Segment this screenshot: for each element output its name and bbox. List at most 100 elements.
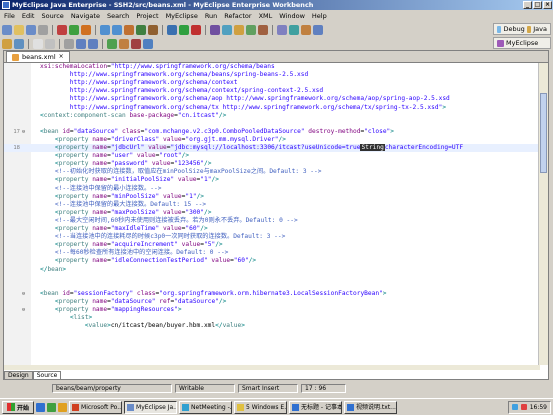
- code-line[interactable]: ⊖ <bean id="sessionFactory" class="org.sp…: [4, 290, 540, 298]
- taskbar-task[interactable]: NetMeeting -...: [179, 400, 233, 414]
- perspective-icon[interactable]: [277, 24, 287, 35]
- menu-help[interactable]: Help: [312, 11, 327, 21]
- taskbar-task[interactable]: 视频说明.txt...: [344, 400, 398, 414]
- new-service-icon[interactable]: [124, 24, 134, 35]
- code-area[interactable]: xsi:schemaLocation="http://www.springfra…: [4, 63, 540, 365]
- code-line[interactable]: http://www.springframework.org/schema/co…: [4, 87, 540, 95]
- menu-project[interactable]: Project: [136, 11, 158, 21]
- external-tools-icon[interactable]: [81, 24, 91, 35]
- hierarchy-icon[interactable]: [246, 24, 256, 35]
- menu-xml[interactable]: XML: [259, 11, 273, 21]
- taskbar-task[interactable]: MyEclipse Ja...: [124, 400, 178, 414]
- server-stop-icon[interactable]: [191, 24, 201, 35]
- menu-edit[interactable]: Edit: [22, 11, 35, 21]
- history-icon[interactable]: [64, 38, 74, 49]
- browser-icon[interactable]: [258, 24, 268, 35]
- code-line[interactable]: [4, 120, 540, 128]
- new-web-icon[interactable]: [100, 24, 110, 35]
- menu-file[interactable]: File: [4, 11, 15, 21]
- code-line[interactable]: <list>: [4, 314, 540, 322]
- print-icon[interactable]: [26, 24, 36, 35]
- menu-search[interactable]: Search: [107, 11, 129, 21]
- taskbar-task[interactable]: 无标题 - 记事本: [289, 400, 343, 414]
- debug-perspective-label[interactable]: Debug: [503, 25, 524, 33]
- code-line[interactable]: <!--最大空闲时间,60秒内未使用则连接被丢弃。若为0则永不丢弃。Defaul…: [4, 217, 540, 225]
- code-line[interactable]: 17 ⊖ <bean id="dataSource" class="com.mcha…: [4, 128, 540, 136]
- forward-icon[interactable]: [88, 38, 98, 49]
- tab-design[interactable]: Design: [4, 371, 33, 380]
- search-icon[interactable]: [222, 24, 232, 35]
- deploy-icon[interactable]: [167, 24, 177, 35]
- quicklaunch-media-icon[interactable]: [58, 402, 68, 412]
- code-line[interactable]: <property name="dataSource" ref="dataSou…: [4, 298, 540, 306]
- code-line[interactable]: <value>cn/itcast/bean/buyer.hbm.xml</val…: [4, 322, 540, 330]
- code-line[interactable]: <!--当连接池中的连接耗尽的时候c3p0一次同时获取的连接数。Default:…: [4, 233, 540, 241]
- back-icon[interactable]: [76, 38, 86, 49]
- code-line[interactable]: <property name="driverClass" value="org.…: [4, 136, 540, 144]
- fold-toggle-icon[interactable]: ⊖: [22, 306, 28, 314]
- new-package-icon[interactable]: [136, 24, 146, 35]
- antivirus-icon[interactable]: [520, 404, 527, 410]
- myeclipse-perspective[interactable]: MyEclipse: [493, 37, 551, 49]
- sync-icon[interactable]: [289, 24, 299, 35]
- fold-toggle-icon[interactable]: ⊖: [22, 290, 28, 298]
- code-line[interactable]: <property name="minPoolSize" value="1"/>: [4, 193, 540, 201]
- save-icon[interactable]: [14, 24, 24, 35]
- scrollbar-thumb[interactable]: [540, 93, 547, 173]
- task-icon[interactable]: [234, 24, 244, 35]
- menu-myeclipse[interactable]: MyEclipse: [166, 11, 198, 21]
- code-line[interactable]: <!--连接池中保留的最大连接数。Default: 15 -->: [4, 201, 540, 209]
- code-line[interactable]: <property name="user" value="root"/>: [4, 152, 540, 160]
- new-icon[interactable]: [2, 24, 12, 35]
- code-line[interactable]: <property name="initialPoolSize" value="…: [4, 176, 540, 184]
- myeclipse-perspective-label[interactable]: MyEclipse: [506, 39, 538, 47]
- run-icon[interactable]: [69, 24, 79, 35]
- java-perspective-label[interactable]: Java: [533, 25, 547, 33]
- refresh-icon[interactable]: [107, 38, 117, 49]
- format-icon[interactable]: [119, 38, 129, 49]
- code-line[interactable]: http://www.springframework.org/schema/ao…: [4, 95, 540, 103]
- menu-window[interactable]: Window: [279, 11, 305, 21]
- tab-source[interactable]: Source: [32, 371, 62, 380]
- error-icon[interactable]: [131, 38, 141, 49]
- code-line[interactable]: <property name="maxIdleTime" value="60"/…: [4, 225, 540, 233]
- new-ejb-icon[interactable]: [112, 24, 122, 35]
- annotation-icon[interactable]: [2, 38, 12, 49]
- code-line[interactable]: <property name="maxPoolSize" value="300"…: [4, 209, 540, 217]
- code-line[interactable]: xsi:schemaLocation="http://www.springfra…: [4, 63, 540, 71]
- close-button[interactable]: ×: [543, 1, 552, 9]
- quicklaunch-ie-icon[interactable]: [36, 402, 46, 412]
- code-line[interactable]: <!--初始化时获取的连接数，取值应在minPoolSize与maxPoolSi…: [4, 168, 540, 176]
- fold-toggle-icon[interactable]: ⊖: [22, 128, 28, 136]
- code-line[interactable]: <!--连接池中保留的最小连接数。-->: [4, 185, 540, 193]
- network-icon[interactable]: [511, 404, 518, 410]
- taskbar-task[interactable]: Microsoft Po...: [69, 400, 123, 414]
- open-type-icon[interactable]: [210, 24, 220, 35]
- code-line[interactable]: [4, 282, 540, 290]
- code-line[interactable]: http://www.springframework.org/schema/co…: [4, 79, 540, 87]
- taskbar-task[interactable]: 5 Windows E...: [234, 400, 288, 414]
- code-line[interactable]: 18 <property name="jdbcUrl" value="jdbc:…: [4, 144, 540, 153]
- menu-navigate[interactable]: Navigate: [71, 11, 100, 21]
- menu-refactor[interactable]: Refactor: [224, 11, 251, 21]
- code-line[interactable]: <!--每60秒检查所有连接池中的空闲连接。Default: 0 -->: [4, 249, 540, 257]
- start-button[interactable]: 开始: [2, 400, 35, 414]
- code-line[interactable]: </bean>: [4, 266, 540, 274]
- code-line[interactable]: [4, 274, 540, 282]
- next-annotation-icon[interactable]: [14, 38, 24, 49]
- menu-source[interactable]: Source: [41, 11, 63, 21]
- open-icon[interactable]: [38, 24, 48, 35]
- horizontal-scrollbar[interactable]: [4, 365, 540, 370]
- console-icon[interactable]: [313, 24, 323, 35]
- maximize-button[interactable]: □: [533, 1, 542, 9]
- code-line[interactable]: http://www.springframework.org/schema/tx…: [4, 104, 540, 112]
- minimize-button[interactable]: _: [523, 1, 532, 9]
- menu-run[interactable]: Run: [205, 11, 217, 21]
- toggle-comment-icon[interactable]: [33, 38, 43, 49]
- editor-tab-beans-xml[interactable]: beans.xml ×: [6, 51, 70, 62]
- close-tab-icon[interactable]: ×: [59, 52, 64, 62]
- outline-icon[interactable]: [143, 38, 153, 49]
- code-line[interactable]: ⊖ <property name="mappingResources">: [4, 306, 540, 314]
- code-line[interactable]: http://www.springframework.org/schema/be…: [4, 71, 540, 79]
- vertical-scrollbar[interactable]: [538, 63, 548, 365]
